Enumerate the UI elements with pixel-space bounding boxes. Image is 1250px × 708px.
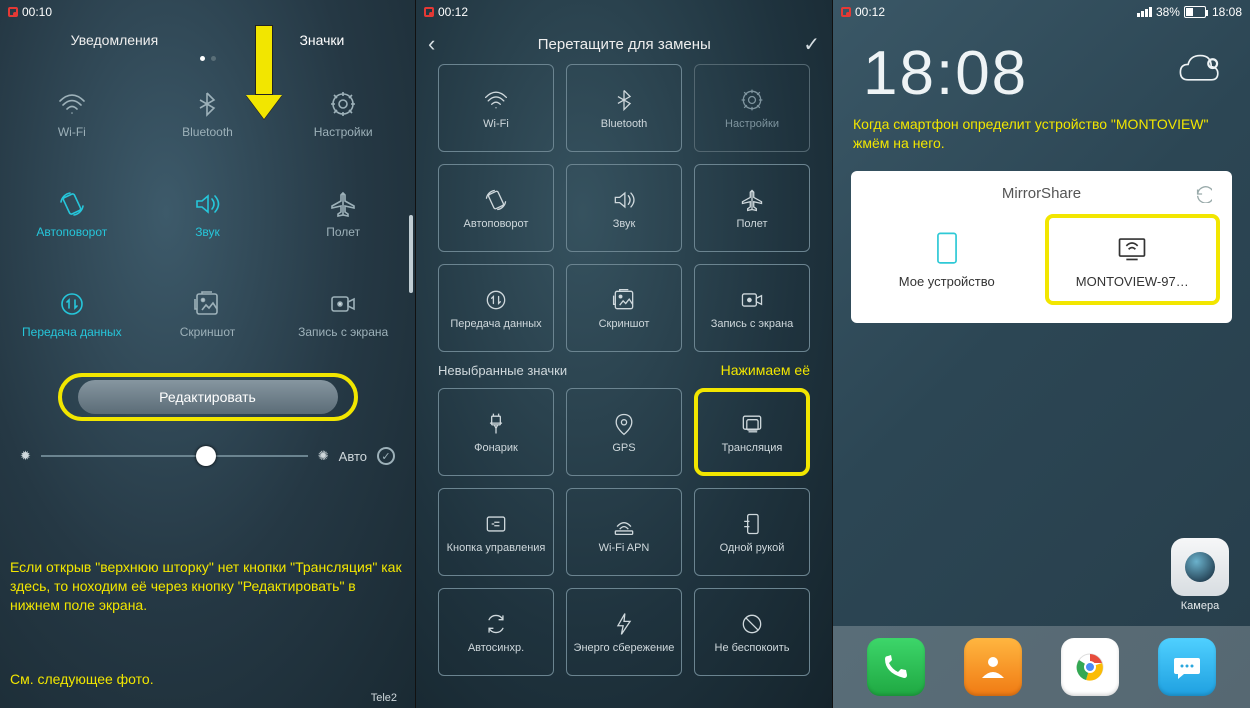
recording-icon <box>841 7 851 17</box>
annotation-text: Когда смартфон определит устройство "MON… <box>833 111 1250 163</box>
edit-highlight: Редактировать <box>58 373 358 421</box>
refresh-icon[interactable] <box>1194 185 1212 203</box>
status-bar: 00:12 38% 18:08 <box>833 0 1250 24</box>
tile-data[interactable]: Передача данных <box>438 264 554 352</box>
tile-dnd[interactable]: Не беспокоить <box>694 588 810 676</box>
tv-icon <box>1112 230 1152 264</box>
toggle-settings[interactable]: Настройки <box>275 67 411 161</box>
device-self[interactable]: Мое устройство <box>863 214 1031 305</box>
tile-wifi[interactable]: Wi-Fi <box>438 64 554 152</box>
brightness-row: ✹ ✺ Авто ✓ <box>0 429 415 473</box>
annotation-hint: Нажимаем её <box>721 362 810 378</box>
app-contacts[interactable] <box>964 638 1022 696</box>
camera-icon <box>1171 538 1229 596</box>
device-row: Мое устройство MONTOVIEW-97… <box>863 214 1220 305</box>
battery-pct: 38% <box>1156 5 1180 19</box>
camera-app[interactable]: Камера <box>1168 538 1232 612</box>
panel-tabs: Уведомления Значки <box>0 24 415 56</box>
recording-time: 00:12 <box>438 5 468 19</box>
toggle-screenshot[interactable]: Скриншот <box>140 267 276 361</box>
tile-navbutton[interactable]: Кнопка управления <box>438 488 554 576</box>
tile-bluetooth[interactable]: Bluetooth <box>566 64 682 152</box>
wifi-icon <box>56 88 88 120</box>
tile-wifiapn[interactable]: Wi-Fi APN <box>566 488 682 576</box>
weather-icon <box>1176 49 1220 98</box>
header: ‹ Перетащите для замены ✓ <box>416 24 832 64</box>
tile-onehand[interactable]: Одной рукой <box>694 488 810 576</box>
app-chrome[interactable] <box>1061 638 1119 696</box>
mirrorshare-card: MirrorShare Мое устройство MONTOVIEW-97… <box>851 171 1232 323</box>
tab-notifications[interactable]: Уведомления <box>71 32 159 48</box>
edit-button[interactable]: Редактировать <box>78 380 338 414</box>
tile-gps[interactable]: GPS <box>566 388 682 476</box>
status-time: 18:08 <box>1212 5 1242 19</box>
app-messages[interactable] <box>1158 638 1216 696</box>
toggle-sound[interactable]: Звук <box>140 167 276 261</box>
brightness-low-icon: ✹ <box>20 448 31 464</box>
mobile-data-icon <box>56 288 88 320</box>
brightness-slider[interactable] <box>41 455 308 457</box>
auto-label: Авто <box>339 449 367 464</box>
quick-toggles-grid: Wi-Fi Bluetooth Настройки Автоповорот Зв… <box>0 61 415 361</box>
dock <box>833 626 1250 708</box>
tile-settings[interactable]: Настройки <box>694 64 810 152</box>
tile-screenshot[interactable]: Скриншот <box>566 264 682 352</box>
autorotate-icon <box>56 188 88 220</box>
tab-icons[interactable]: Значки <box>299 32 344 48</box>
auto-brightness-toggle[interactable]: ✓ <box>377 447 395 465</box>
screenshot-icon <box>191 288 223 320</box>
carrier-label: Tele2 <box>371 692 397 704</box>
quick-settings-panel: 00:10 Уведомления Значки Wi-Fi Bluetooth… <box>0 0 416 708</box>
tile-flashlight[interactable]: Фонарик <box>438 388 554 476</box>
toggle-flight[interactable]: Полет <box>275 167 411 261</box>
brightness-high-icon: ✺ <box>318 448 329 464</box>
device-montoview[interactable]: MONTOVIEW-97… <box>1045 214 1221 305</box>
unselected-grid: Фонарик GPS Трансляция Кнопка управления… <box>416 388 832 676</box>
sound-icon <box>191 188 223 220</box>
tile-cast[interactable]: Трансляция <box>694 388 810 476</box>
app-dialer[interactable] <box>867 638 925 696</box>
toggle-wifi[interactable]: Wi-Fi <box>4 67 140 161</box>
unselected-label: Невыбранные значки <box>438 363 567 378</box>
recording-time: 00:10 <box>22 5 52 19</box>
tile-autorotate[interactable]: Автоповорот <box>438 164 554 252</box>
tile-sound[interactable]: Звук <box>566 164 682 252</box>
recording-icon <box>8 7 18 17</box>
confirm-button[interactable]: ✓ <box>803 32 820 57</box>
battery-icon <box>1184 6 1206 18</box>
tile-energy[interactable]: Энерго сбережение <box>566 588 682 676</box>
toggle-autorotate[interactable]: Автоповорот <box>4 167 140 261</box>
card-title: MirrorShare <box>863 185 1220 202</box>
gear-icon <box>327 88 359 120</box>
airplane-icon <box>327 188 359 220</box>
toggle-screenrec[interactable]: Запись с экрана <box>275 267 411 361</box>
recording-icon <box>424 7 434 17</box>
status-bar: 00:12 <box>416 0 832 24</box>
bluetooth-icon <box>191 88 223 120</box>
recording-time: 00:12 <box>855 5 885 19</box>
status-bar: 00:10 <box>0 0 415 24</box>
signal-icon <box>1137 7 1152 17</box>
toggle-data[interactable]: Передача данных <box>4 267 140 361</box>
scrollbar[interactable] <box>409 215 413 293</box>
tile-screenrec[interactable]: Запись с экрана <box>694 264 810 352</box>
edit-toggles-panel: 00:12 ‹ Перетащите для замены ✓ Wi-Fi Bl… <box>416 0 833 708</box>
phone-icon <box>927 230 967 264</box>
annotation-arrow <box>255 25 282 119</box>
unselected-header: Невыбранные значки Нажимаем её <box>416 352 832 388</box>
back-button[interactable]: ‹ <box>428 31 435 57</box>
tile-autosync[interactable]: Автосинхр. <box>438 588 554 676</box>
annotation-text-2: См. следующее фото. <box>10 670 405 689</box>
tile-flight[interactable]: Полет <box>694 164 810 252</box>
mirrorshare-panel: 00:12 38% 18:08 18:08 Когда смартфон опр… <box>833 0 1250 708</box>
header-title: Перетащите для замены <box>445 36 803 53</box>
record-icon <box>327 288 359 320</box>
annotation-text-1: Если открыв "верхнюю шторку" нет кнопки … <box>10 558 405 615</box>
lockscreen-clock: 18:08 <box>863 38 1028 109</box>
clock-row: 18:08 <box>833 24 1250 111</box>
selected-grid: Wi-Fi Bluetooth Настройки Автоповорот Зв… <box>416 64 832 352</box>
